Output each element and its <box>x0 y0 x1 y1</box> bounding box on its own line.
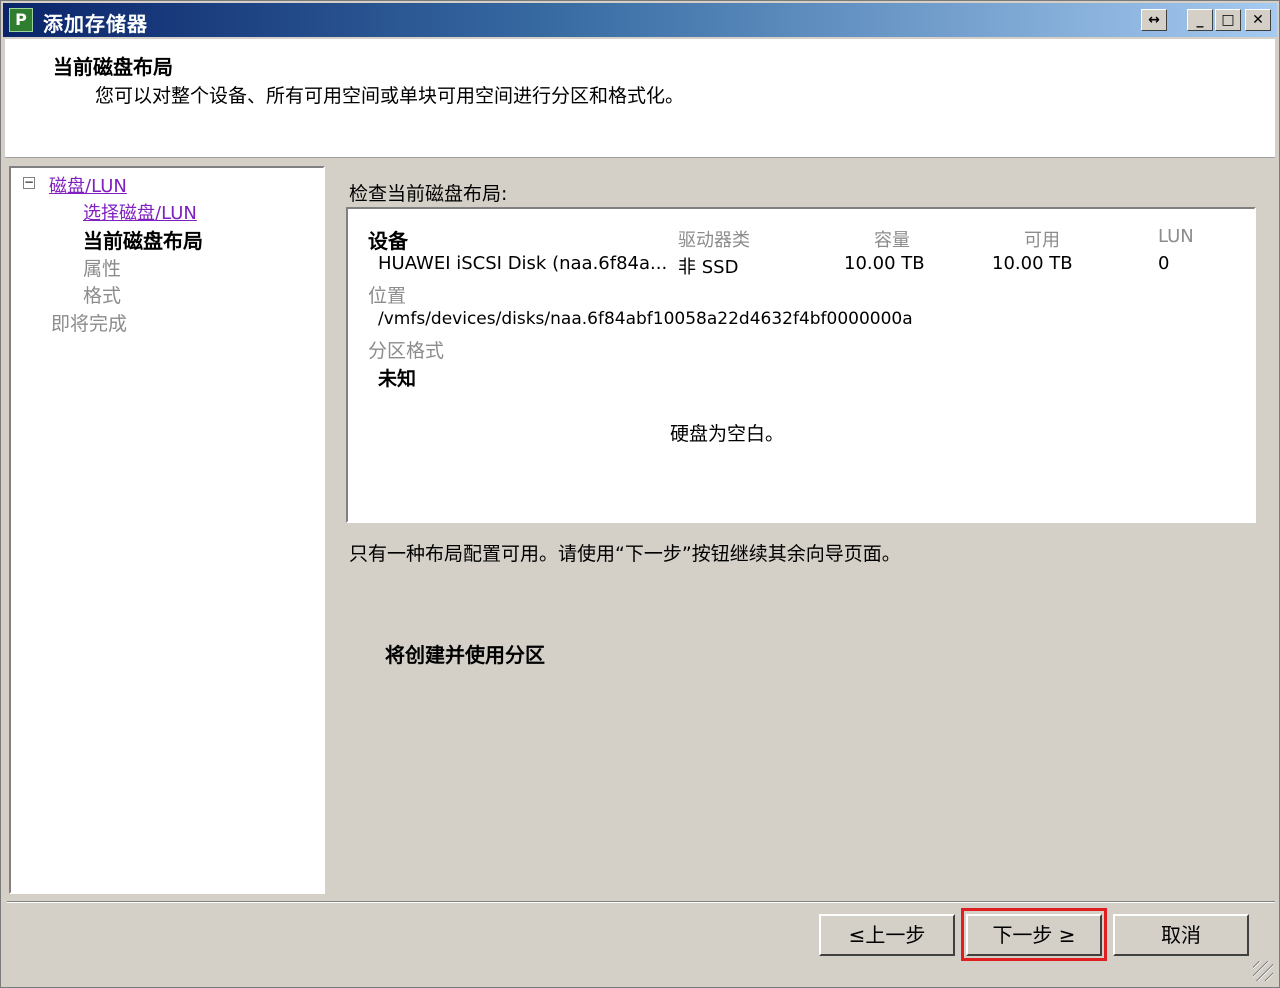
add-storage-window: P 添加存储器 ↔ _ □ ✕ 当前磁盘布局 您可以对整个设备、所有可用空间或单… <box>0 0 1280 988</box>
nav-item-format: 格式 <box>83 285 122 307</box>
col-header-drive-type: 驱动器类 <box>678 230 750 251</box>
wizard-steps-nav: − 磁盘/LUN 选择磁盘/LUN 当前磁盘布局 属性 格式 即将完成 <box>9 166 325 894</box>
lun-cell: 0 <box>1158 253 1170 274</box>
title-bar[interactable]: P 添加存储器 ↔ _ □ ✕ <box>3 3 1277 37</box>
col-header-available: 可用 <box>1024 230 1060 251</box>
device-name-cell: HUAWEI iSCSI Disk (naa.6f84a... <box>378 253 668 274</box>
next-button[interactable]: 下一步 ≥ <box>966 914 1102 956</box>
location-label: 位置 <box>368 285 407 307</box>
review-layout-label: 检查当前磁盘布局: <box>349 183 508 205</box>
nav-item-current-disk-layout: 当前磁盘布局 <box>83 229 203 253</box>
col-header-lun: LUN <box>1158 226 1194 247</box>
minimize-button[interactable]: _ <box>1187 9 1213 31</box>
disk-layout-panel: 设备 驱动器类 容量 可用 LUN HUAWEI iSCSI Disk (naa… <box>346 207 1256 523</box>
location-value: /vmfs/devices/disks/naa.6f84abf10058a22d… <box>378 309 913 329</box>
maximize-button[interactable]: □ <box>1215 9 1241 31</box>
back-button[interactable]: ≤上一步 <box>819 914 955 956</box>
col-header-capacity: 容量 <box>874 230 910 251</box>
nav-item-properties: 属性 <box>83 258 122 280</box>
layout-info-text: 只有一种布局配置可用。请使用“下一步”按钮继续其余向导页面。 <box>349 543 901 565</box>
capacity-cell: 10.00 TB <box>844 253 925 274</box>
restore-icon[interactable]: ↔ <box>1141 9 1167 31</box>
partition-note: 将创建并使用分区 <box>385 643 545 667</box>
close-button[interactable]: ✕ <box>1245 9 1271 31</box>
partition-format-value: 未知 <box>378 368 417 390</box>
nav-item-disk-lun[interactable]: 磁盘/LUN <box>49 172 127 198</box>
empty-disk-message: 硬盘为空白。 <box>670 423 785 445</box>
available-cell: 10.00 TB <box>992 253 1073 274</box>
collapse-tree-icon[interactable]: − <box>23 176 35 189</box>
partition-format-label: 分区格式 <box>368 340 445 362</box>
cancel-button[interactable]: 取消 <box>1113 914 1249 956</box>
col-header-device: 设备 <box>368 229 408 253</box>
nav-item-ready-to-complete: 即将完成 <box>51 313 128 335</box>
window-title: 添加存储器 <box>43 12 148 36</box>
page-title: 当前磁盘布局 <box>53 55 173 79</box>
wizard-header: 当前磁盘布局 您可以对整个设备、所有可用空间或单块可用空间进行分区和格式化。 <box>5 39 1275 158</box>
footer-divider <box>7 901 1275 903</box>
page-description: 您可以对整个设备、所有可用空间或单块可用空间进行分区和格式化。 <box>95 85 685 107</box>
nav-item-select-disk-lun[interactable]: 选择磁盘/LUN <box>83 199 197 225</box>
drive-type-cell: 非 SSD <box>678 257 739 278</box>
vsphere-app-icon: P <box>9 8 33 32</box>
resize-grip-icon[interactable] <box>1253 961 1273 981</box>
